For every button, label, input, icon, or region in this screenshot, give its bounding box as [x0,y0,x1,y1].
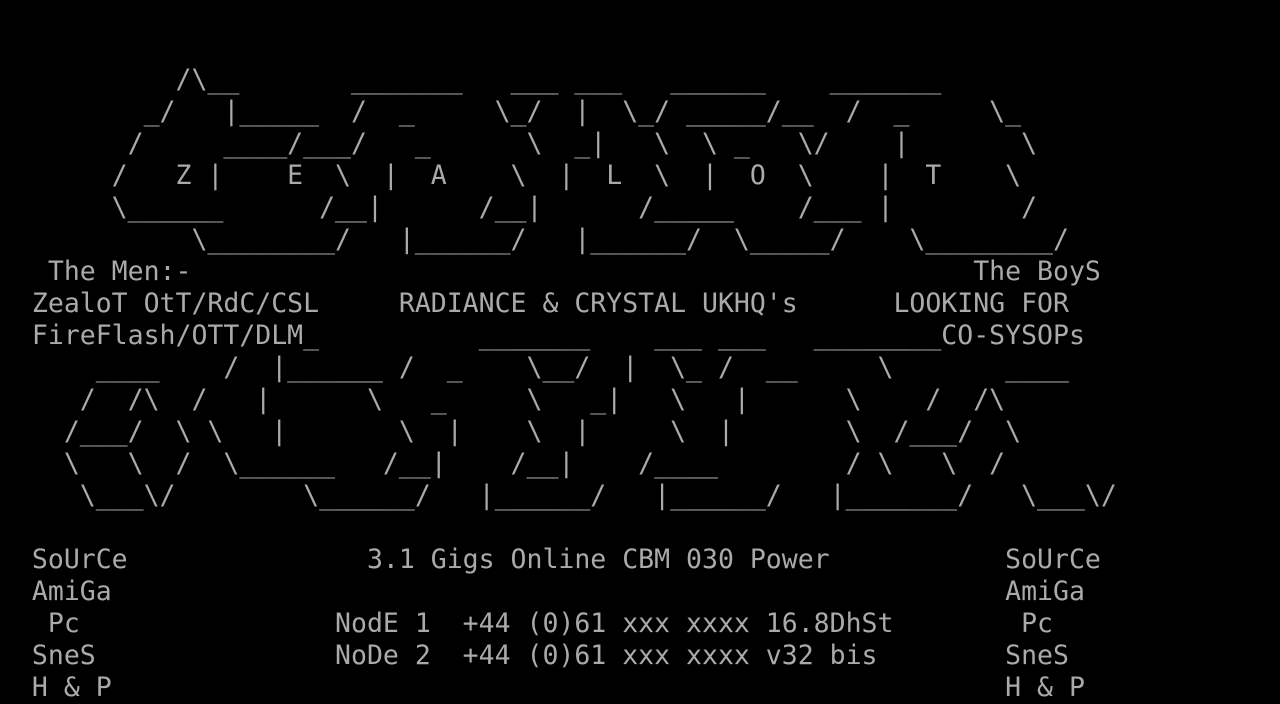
info-line-node-2: SneS NoDe 2 +44 (0)61 xxx xxxx v32 bis S… [0,640,1069,671]
info-line-node-1: Pc NodE 1 +44 (0)61 xxx xxxx 16.8DhSt Pc [0,608,1053,639]
info-line-source: SoUrCe 3.1 Gigs Online CBM 030 Power SoU… [0,544,1101,575]
online-logo-line: /___/ \ \ | \ | \ | \ | \ /___/ \ [0,416,1022,447]
zealot-logo-line: / Z | E \ | A \ | L \ | O \ | T \ [0,160,1022,191]
zealot-logo-line: /\__ _______ ___ ___ ______ _______ [0,64,942,95]
info-line-fireflash: FireFlash/OTT/DLM_ _______ ___ ___ _____… [0,320,1085,351]
zealot-logo-line: \______ /__| /__| /_____ /___ | / [0,192,1038,223]
zealot-logo-line: / ____/___/ _ \ _| \ \ _ \/ | \ [0,128,1038,159]
online-logo-line: \ \ / \______ /__| /__| /____ / \ \ / [0,448,1006,479]
zealot-logo-line: _/ |_____ / _ \_/ | \_/ _____/__ / _ \_ [0,96,1022,127]
info-line-the-men: The Men:- The BoyS [0,256,1101,287]
bbs-terminal-screen: /\__ _______ ___ ___ ______ _______ _/ |… [0,0,1280,704]
online-logo-line: ____ / |______ / _ \__/ | \_ / __ \ ____ [0,352,1069,383]
online-logo-line: \___\/ \______/ |______/ |______/ |_____… [0,480,1117,511]
zealot-logo-line: \________/ |______/ |______/ \_____/ \__… [0,224,1069,255]
info-line-zealot: ZealoT OtT/RdC/CSL RADIANCE & CRYSTAL UK… [0,288,1069,319]
info-line-h-and-p: H & P H & P [0,672,1085,703]
online-logo-line: / /\ / | \ _ \ _| \ | \ / /\ [0,384,1006,415]
info-line-amiga: AmiGa AmiGa [0,576,1085,607]
